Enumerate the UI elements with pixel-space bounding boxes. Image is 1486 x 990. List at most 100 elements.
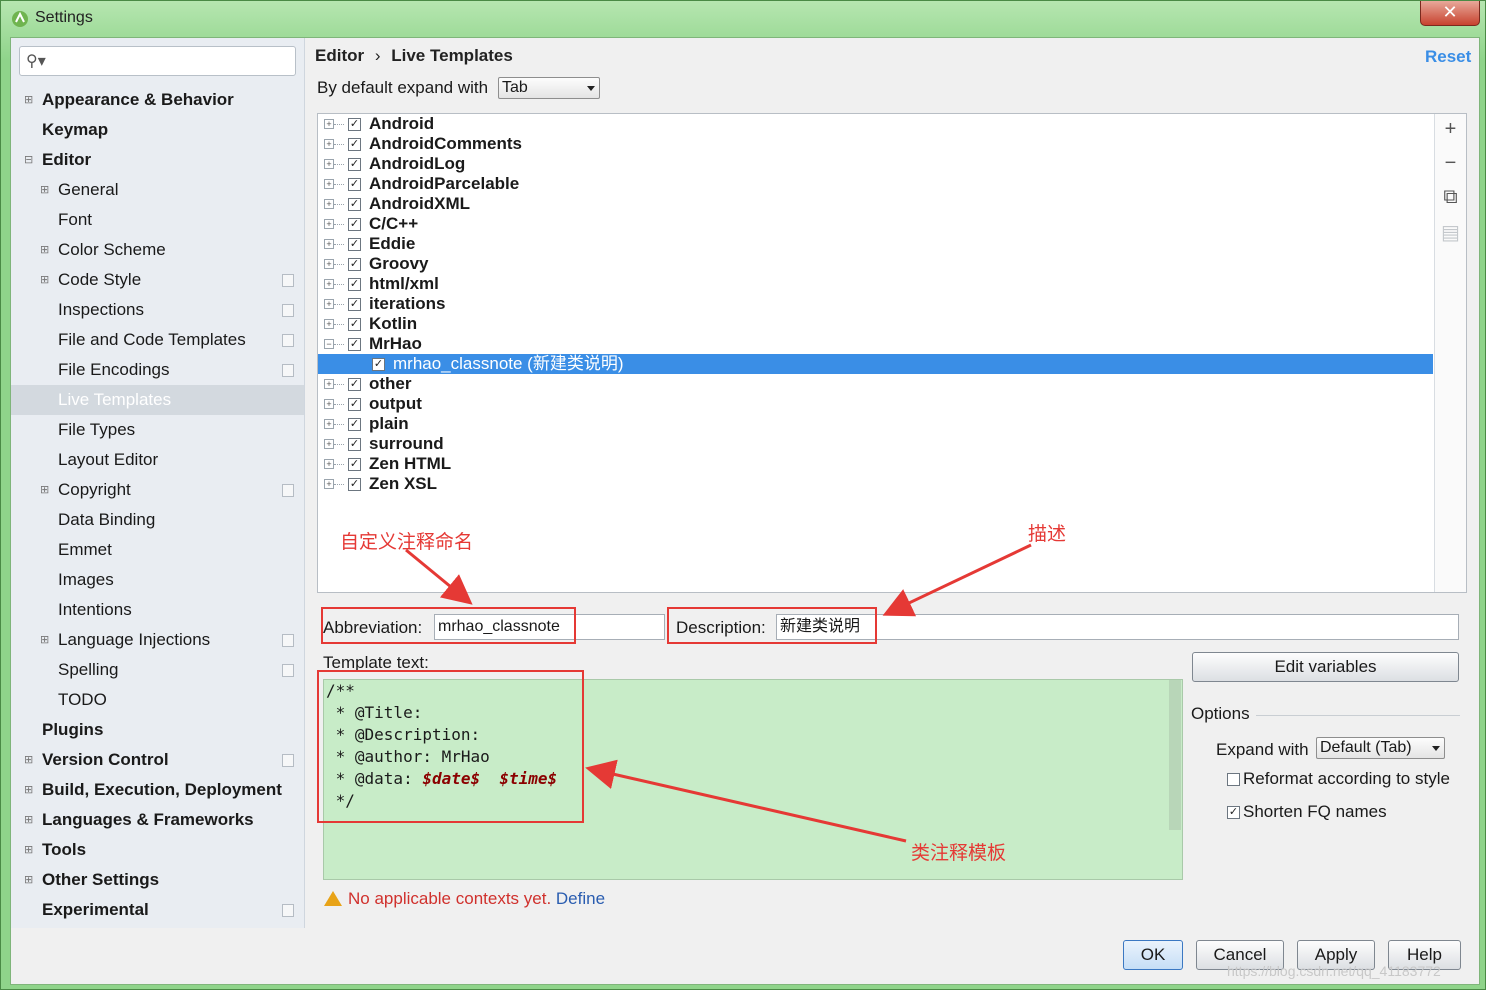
template-item[interactable]: ✓ mrhao_classnote (新建类说明) <box>318 354 1433 374</box>
sidebar-item[interactable]: Font <box>11 205 304 235</box>
sidebar-item[interactable]: File Types <box>11 415 304 445</box>
expand-icon[interactable]: + <box>324 479 334 489</box>
sidebar-item[interactable]: ⊞ Appearance & Behavior <box>11 85 304 115</box>
template-group[interactable]: + ✓ Zen XSL <box>318 474 1433 494</box>
copy-icon[interactable]: ⧉ <box>1435 186 1466 209</box>
expand-icon[interactable]: + <box>324 119 334 129</box>
template-checkbox[interactable]: ✓ <box>348 198 361 211</box>
expand-icon[interactable]: + <box>324 439 334 449</box>
template-checkbox[interactable]: ✓ <box>348 218 361 231</box>
template-checkbox[interactable]: ✓ <box>348 338 361 351</box>
expand-icon[interactable]: + <box>324 319 334 329</box>
template-checkbox[interactable]: ✓ <box>348 298 361 311</box>
sidebar-item[interactable]: Intentions <box>11 595 304 625</box>
sidebar-item[interactable]: File Encodings <box>11 355 304 385</box>
shorten-fq-checkbox[interactable]: ✓ <box>1227 806 1240 819</box>
default-expand-select[interactable]: Tab <box>498 77 600 99</box>
sidebar-item[interactable]: Layout Editor <box>11 445 304 475</box>
expand-icon[interactable]: + <box>324 159 334 169</box>
sidebar-item[interactable]: Experimental <box>11 895 304 925</box>
template-checkbox[interactable]: ✓ <box>348 158 361 171</box>
template-checkbox[interactable]: ✓ <box>348 178 361 191</box>
expand-icon[interactable]: + <box>324 239 334 249</box>
template-checkbox[interactable]: ✓ <box>348 138 361 151</box>
description-input[interactable]: 新建类说明 <box>776 614 1459 640</box>
template-group[interactable]: + ✓ surround <box>318 434 1433 454</box>
template-group[interactable]: + ✓ Kotlin <box>318 314 1433 334</box>
template-group[interactable]: + ✓ iterations <box>318 294 1433 314</box>
expand-icon[interactable]: ⊞ <box>40 265 49 295</box>
expand-icon[interactable]: + <box>324 179 334 189</box>
template-group[interactable]: + ✓ AndroidXML <box>318 194 1433 214</box>
template-checkbox[interactable]: ✓ <box>348 238 361 251</box>
expand-icon[interactable]: + <box>324 379 334 389</box>
template-checkbox[interactable]: ✓ <box>348 378 361 391</box>
sidebar-item[interactable]: Spelling <box>11 655 304 685</box>
template-group[interactable]: + ✓ C/C++ <box>318 214 1433 234</box>
restore-icon[interactable]: ▤ <box>1435 220 1466 245</box>
template-group[interactable]: + ✓ Zen HTML <box>318 454 1433 474</box>
sidebar-item[interactable]: ⊞ Language Injections <box>11 625 304 655</box>
sidebar-item[interactable]: Keymap <box>11 115 304 145</box>
template-group[interactable]: + ✓ AndroidLog <box>318 154 1433 174</box>
sidebar-item[interactable]: Live Templates <box>11 385 304 415</box>
sidebar-item[interactable]: ⊞ Code Style <box>11 265 304 295</box>
template-checkbox[interactable]: ✓ <box>348 318 361 331</box>
sidebar-item[interactable]: Data Binding <box>11 505 304 535</box>
template-checkbox[interactable]: ✓ <box>348 418 361 431</box>
expand-icon[interactable]: + <box>324 279 334 289</box>
sidebar-item[interactable]: Inspections <box>11 295 304 325</box>
reformat-checkbox[interactable] <box>1227 773 1240 786</box>
expand-icon[interactable]: + <box>324 199 334 209</box>
sidebar-item[interactable]: Images <box>11 565 304 595</box>
close-button[interactable]: ✕ <box>1420 1 1480 26</box>
expand-icon[interactable]: + <box>324 139 334 149</box>
template-checkbox[interactable]: ✓ <box>348 258 361 271</box>
sidebar-item[interactable]: ⊞ General <box>11 175 304 205</box>
editor-scrollbar[interactable] <box>1169 680 1181 830</box>
expand-icon[interactable]: ⊞ <box>40 475 49 505</box>
template-checkbox[interactable]: ✓ <box>348 438 361 451</box>
expand-icon[interactable]: ⊞ <box>24 835 33 865</box>
template-group[interactable]: + ✓ other <box>318 374 1433 394</box>
expand-icon[interactable]: + <box>324 299 334 309</box>
settings-search-input[interactable]: ⚲▾ <box>19 46 296 76</box>
expand-icon[interactable]: ⊞ <box>24 775 33 805</box>
expand-icon[interactable]: + <box>324 219 334 229</box>
template-checkbox[interactable]: ✓ <box>348 458 361 471</box>
template-group[interactable]: + ✓ Android <box>318 114 1433 134</box>
collapse-icon[interactable]: ⊟ <box>24 145 33 175</box>
add-icon[interactable]: + <box>1435 118 1466 141</box>
remove-icon[interactable]: − <box>1435 152 1466 175</box>
expand-with-select[interactable]: Default (Tab) <box>1316 737 1445 759</box>
expand-icon[interactable]: ⊞ <box>40 235 49 265</box>
sidebar-item[interactable]: Plugins <box>11 715 304 745</box>
ok-button[interactable]: OK <box>1123 940 1183 970</box>
expand-icon[interactable]: ⊞ <box>24 85 33 115</box>
collapse-icon[interactable]: − <box>324 339 334 349</box>
template-group[interactable]: + ✓ html/xml <box>318 274 1433 294</box>
expand-icon[interactable]: ⊞ <box>24 805 33 835</box>
title-bar[interactable]: Settings ✕ <box>1 1 1486 37</box>
expand-icon[interactable]: ⊞ <box>24 745 33 775</box>
template-checkbox[interactable]: ✓ <box>348 278 361 291</box>
sidebar-item[interactable]: TODO <box>11 685 304 715</box>
template-group[interactable]: + ✓ Groovy <box>318 254 1433 274</box>
template-group[interactable]: + ✓ output <box>318 394 1433 414</box>
sidebar-item[interactable]: ⊞ Languages & Frameworks <box>11 805 304 835</box>
sidebar-item[interactable]: ⊞ Tools <box>11 835 304 865</box>
template-checkbox[interactable]: ✓ <box>348 398 361 411</box>
template-group[interactable]: − ✓ MrHao <box>318 334 1433 354</box>
define-link[interactable]: Define <box>556 889 605 908</box>
sidebar-item[interactable]: ⊞ Version Control <box>11 745 304 775</box>
template-group[interactable]: + ✓ Eddie <box>318 234 1433 254</box>
template-group[interactable]: + ✓ AndroidParcelable <box>318 174 1433 194</box>
template-checkbox[interactable]: ✓ <box>348 118 361 131</box>
reset-link[interactable]: Reset <box>1425 47 1471 67</box>
sidebar-item[interactable]: ⊞ Other Settings <box>11 865 304 895</box>
expand-icon[interactable]: + <box>324 459 334 469</box>
expand-icon[interactable]: ⊞ <box>40 175 49 205</box>
template-group[interactable]: + ✓ AndroidComments <box>318 134 1433 154</box>
sidebar-item[interactable]: Emmet <box>11 535 304 565</box>
edit-variables-button[interactable]: Edit variables <box>1192 652 1459 682</box>
